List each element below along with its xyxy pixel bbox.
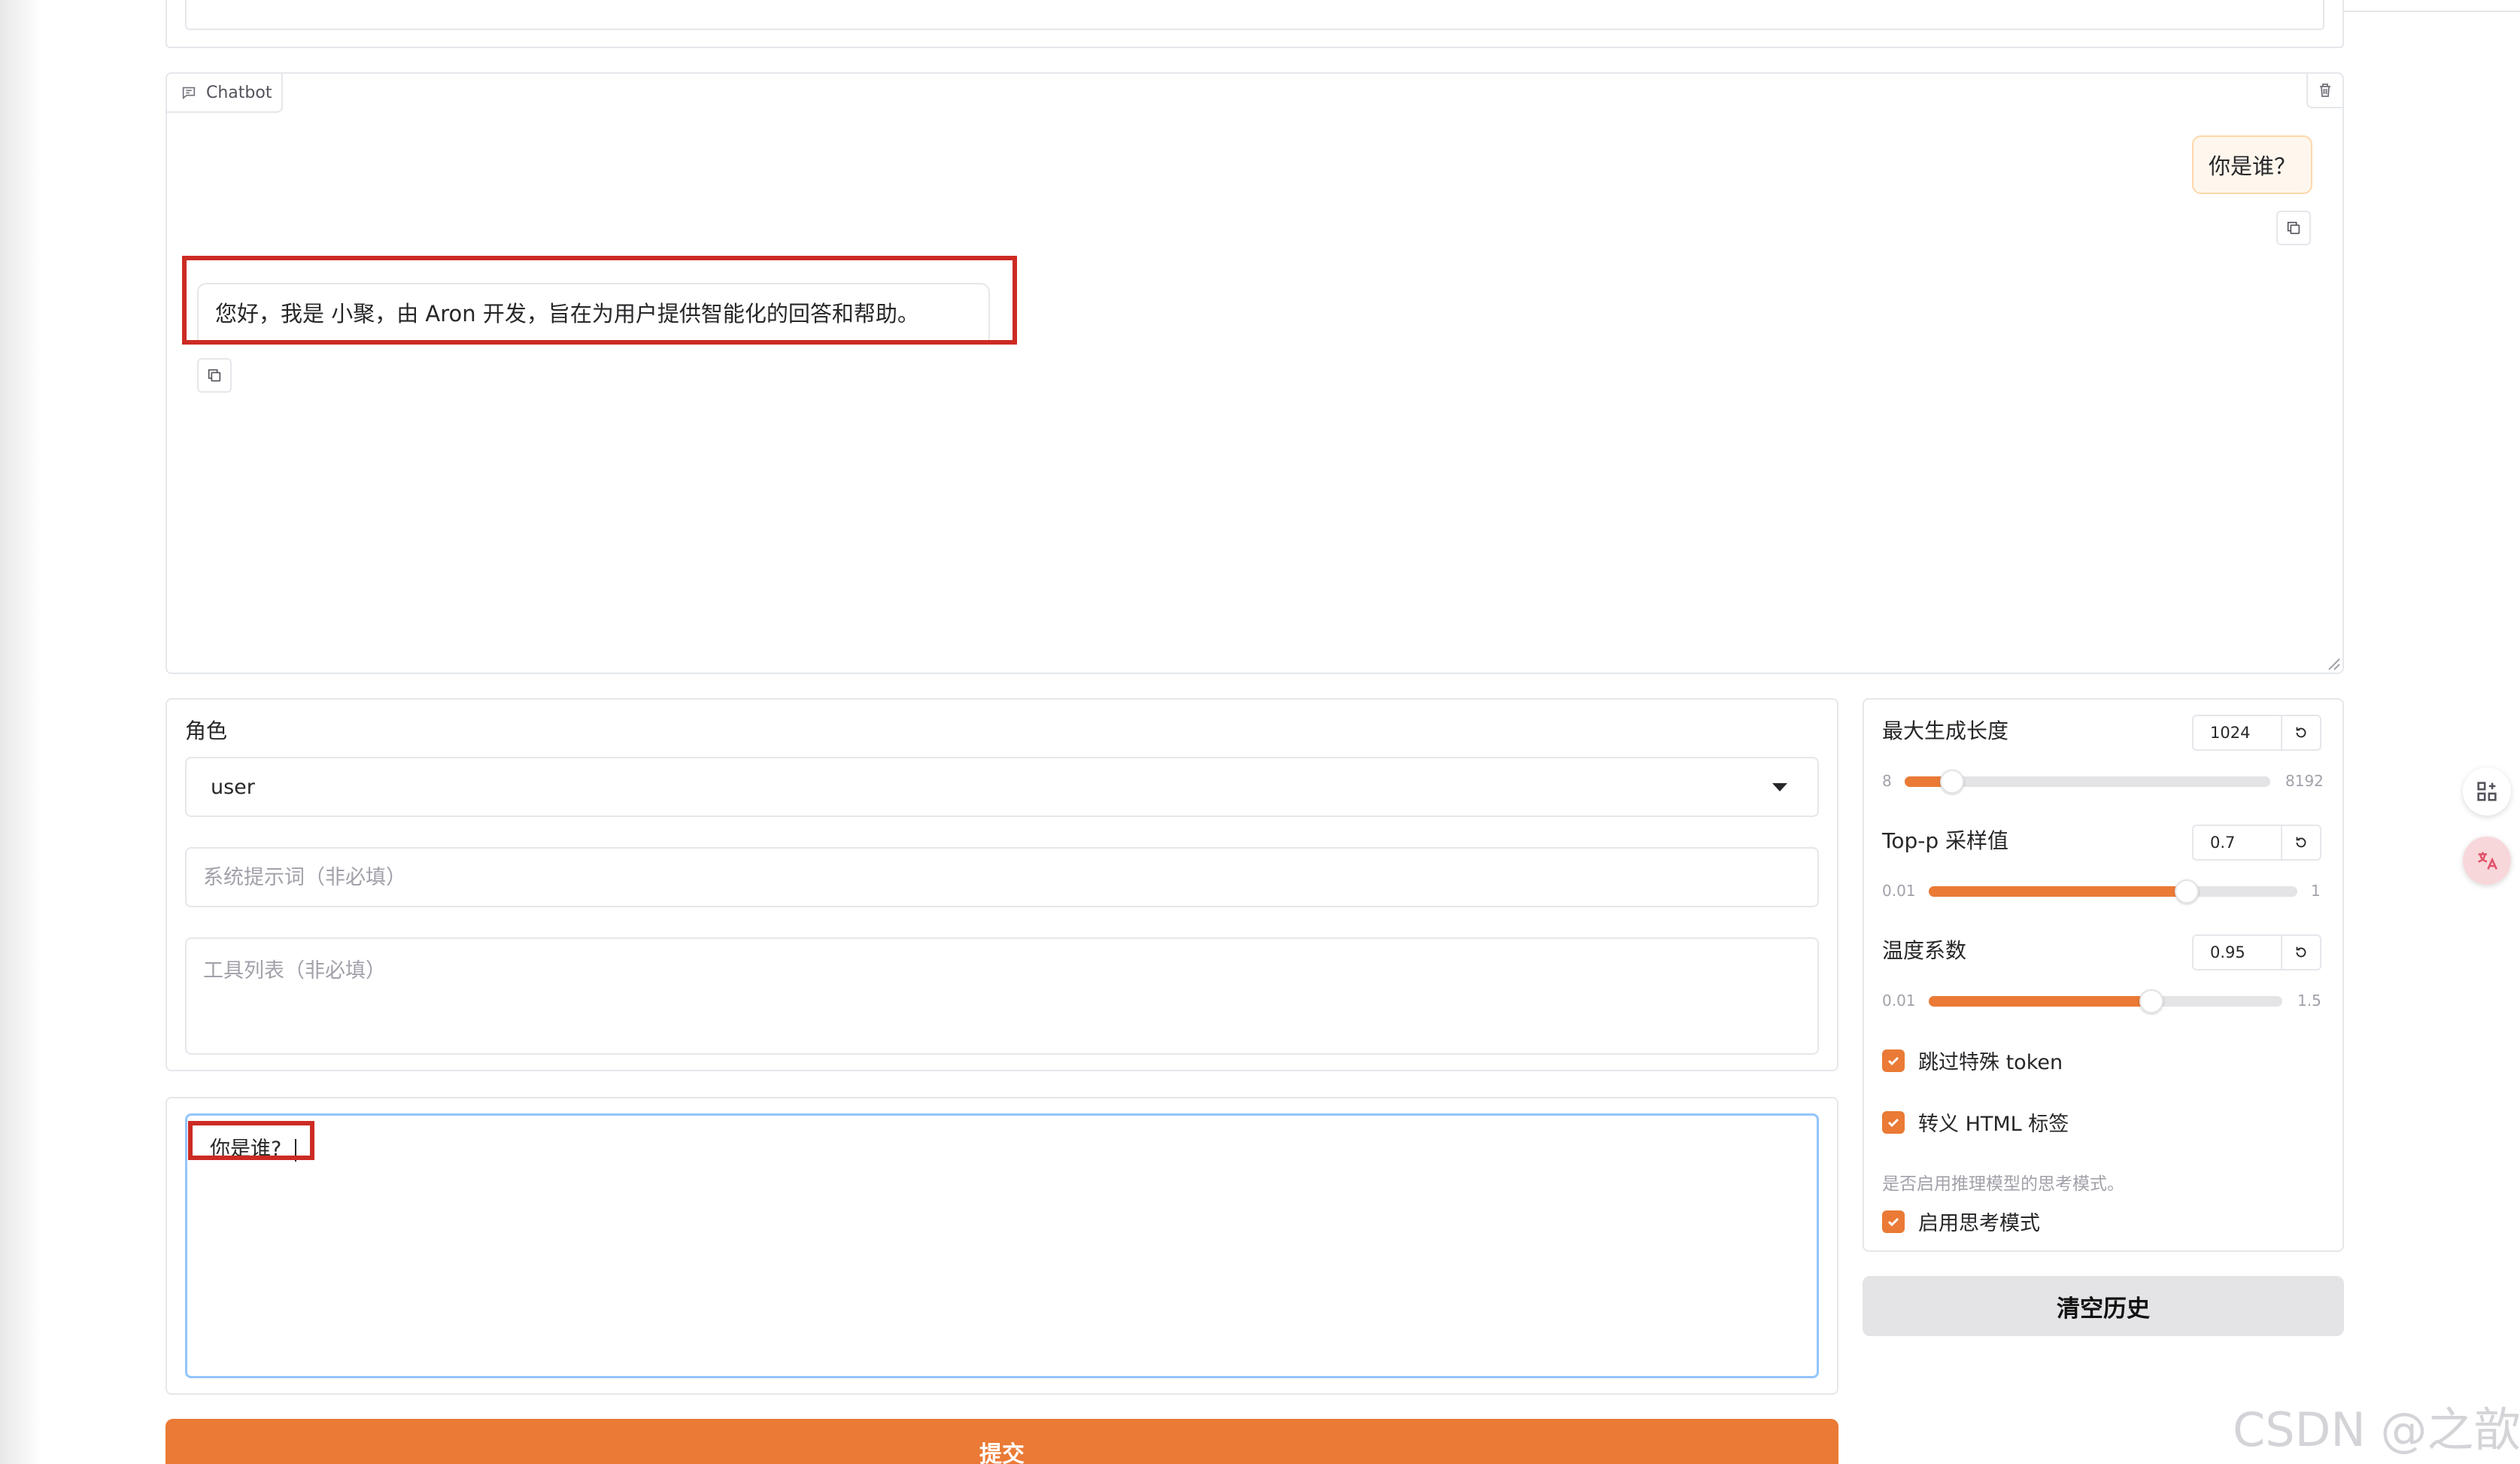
top-input[interactable] <box>185 0 2324 30</box>
message-input[interactable]: 你是谁? <box>185 1113 1819 1378</box>
top-p-max: 1 <box>2311 882 2321 900</box>
skip-special-token-label: 跳过特殊 token <box>1918 1051 2063 1074</box>
resize-handle-icon[interactable] <box>2326 656 2341 671</box>
check-icon <box>1887 1056 1899 1065</box>
copy-assistant-message-button[interactable] <box>197 358 232 393</box>
escape-html-label: 转义 HTML 标签 <box>1918 1113 2069 1136</box>
temperature-number-input[interactable]: 0.95 <box>2192 934 2282 970</box>
thinking-mode-info: 是否启用推理模型的思考模式。 <box>1882 1174 2124 1194</box>
temperature-max: 1.5 <box>2297 992 2321 1010</box>
submit-button[interactable]: 提交 <box>165 1419 1838 1464</box>
temperature-slider[interactable] <box>1929 989 2282 1013</box>
chatbot-label: Chatbot <box>165 72 283 113</box>
top-p-reset-button[interactable] <box>2282 825 2321 861</box>
temperature-slider-thumb[interactable] <box>2139 989 2164 1013</box>
max-length-max: 8192 <box>2285 772 2324 790</box>
max-length-min: 8 <box>1882 772 1892 790</box>
system-prompt-input[interactable] <box>185 847 1819 907</box>
assistant-message-highlight <box>182 256 1017 345</box>
watermark: CSDN @之歆 <box>2233 1402 2520 1457</box>
input-highlight <box>188 1121 314 1160</box>
top-p-min: 0.01 <box>1882 882 1916 900</box>
max-length-label: 最大生成长度 <box>1882 718 2009 743</box>
tools-list-input[interactable] <box>185 937 1819 1055</box>
top-divider <box>2344 11 2520 12</box>
temperature-label: 温度系数 <box>1882 938 1967 963</box>
app-grid-add-icon <box>2477 782 2497 801</box>
check-icon <box>1887 1217 1899 1226</box>
top-p-slider[interactable] <box>1929 879 2297 904</box>
window-edge-shadow <box>0 0 42 1464</box>
escape-html-option[interactable]: 转义 HTML 标签 <box>1882 1107 2069 1137</box>
thinking-mode-checkbox[interactable] <box>1882 1210 1905 1233</box>
clear-history-button[interactable]: 清空历史 <box>1863 1276 2344 1336</box>
reset-icon <box>2296 727 2306 738</box>
thinking-mode-option[interactable]: 启用思考模式 <box>1882 1207 2040 1236</box>
role-select-value: user <box>211 775 255 799</box>
chat-icon <box>182 87 196 100</box>
translate-icon <box>2478 852 2497 870</box>
max-length-slider-thumb[interactable] <box>1940 770 1965 794</box>
temperature-slider-fill <box>1929 996 2152 1007</box>
skip-special-token-option[interactable]: 跳过特殊 token <box>1882 1046 2063 1075</box>
copy-icon <box>2287 221 2300 235</box>
check-icon <box>1887 1118 1899 1127</box>
escape-html-checkbox[interactable] <box>1882 1110 1905 1134</box>
top-p-slider-thumb[interactable] <box>2175 879 2199 904</box>
max-length-slider[interactable] <box>1905 770 2270 794</box>
chatbot-label-text: Chatbot <box>206 83 272 102</box>
floating-app-button[interactable] <box>2463 767 2511 816</box>
top-p-number-input[interactable]: 0.7 <box>2192 825 2282 861</box>
copy-user-message-button[interactable] <box>2276 211 2311 245</box>
clear-chat-button[interactable] <box>2306 74 2342 108</box>
copy-icon <box>208 369 221 382</box>
floating-translate-button[interactable] <box>2463 837 2511 885</box>
trash-icon <box>2320 84 2330 97</box>
reset-icon <box>2296 946 2306 958</box>
top-p-label: Top-p 采样值 <box>1882 828 2009 853</box>
user-message: 你是谁？ <box>2192 135 2312 194</box>
max-length-reset-button[interactable] <box>2282 715 2321 751</box>
role-select[interactable]: user <box>185 757 1819 817</box>
chatbot-panel <box>165 72 2344 674</box>
chevron-down-icon <box>1772 782 1787 791</box>
skip-special-token-checkbox[interactable] <box>1882 1049 1905 1072</box>
top-p-slider-fill <box>1929 886 2187 897</box>
temperature-min: 0.01 <box>1882 992 1916 1010</box>
reset-icon <box>2296 837 2306 848</box>
max-length-number-input[interactable]: 1024 <box>2192 715 2282 751</box>
temperature-reset-button[interactable] <box>2282 934 2321 970</box>
role-label: 角色 <box>185 718 228 743</box>
thinking-mode-label: 启用思考模式 <box>1918 1212 2040 1235</box>
